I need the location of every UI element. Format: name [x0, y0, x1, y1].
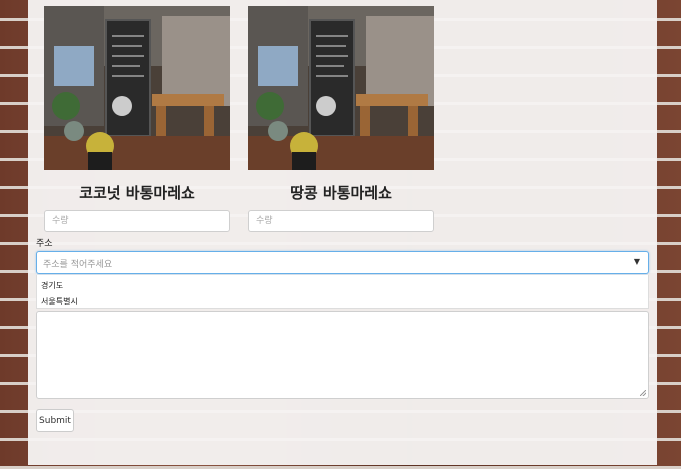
- product-image-coconut: [44, 6, 230, 170]
- address-options-list: 경기도 서울특별시: [36, 275, 649, 309]
- address-placeholder: 주소를 적어주세요: [43, 260, 113, 270]
- submit-button[interactable]: Submit: [36, 409, 74, 432]
- address-option[interactable]: 서울특별시: [41, 296, 78, 307]
- product-name-peanut: 땅콩 바통마레쇼: [290, 184, 392, 202]
- product-name-coconut: 코코넛 바통마레쇼: [79, 184, 195, 202]
- address-select[interactable]: 주소를 적어주세요 ▼: [36, 251, 649, 274]
- quantity-input-coconut[interactable]: [44, 210, 230, 232]
- address-label: 주소: [36, 239, 53, 249]
- quantity-input-peanut[interactable]: [248, 210, 434, 232]
- chevron-down-icon[interactable]: ▼: [634, 257, 640, 266]
- product-image-peanut: [248, 6, 434, 170]
- resize-handle-icon[interactable]: [640, 390, 646, 396]
- address-detail-textarea[interactable]: [36, 311, 649, 399]
- address-option[interactable]: 경기도: [41, 280, 63, 291]
